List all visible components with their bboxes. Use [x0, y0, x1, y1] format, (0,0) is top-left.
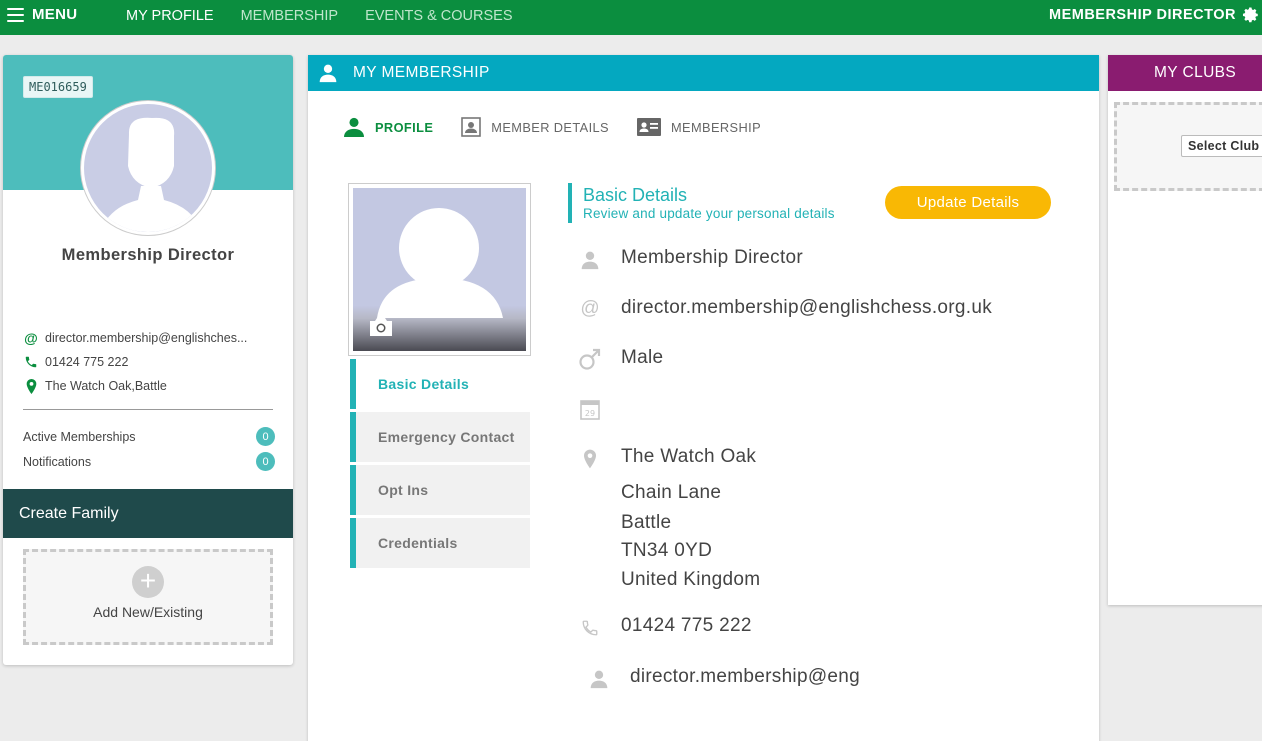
nav-events-courses[interactable]: EVENTS & COURSES [365, 8, 512, 24]
stat-active-memberships[interactable]: Active Memberships 0 [23, 427, 275, 446]
id-card-icon [636, 118, 661, 136]
user-name: MEMBERSHIP DIRECTOR [1048, 7, 1236, 23]
detail-address-line-3: Battle [621, 512, 672, 533]
camera-icon[interactable] [368, 316, 394, 338]
section-title: Basic Details [583, 185, 688, 205]
membership-title: MY MEMBERSHIP [353, 64, 490, 81]
gear-icon [1242, 7, 1258, 23]
svg-text:29: 29 [585, 409, 595, 418]
clubs-header: MY CLUBS [1108, 55, 1262, 91]
tab-membership[interactable]: MEMBERSHIP [636, 117, 762, 137]
club-select[interactable]: Select Club [1181, 135, 1262, 157]
divider [23, 409, 273, 410]
detail-email: director.membership@englishchess.org.uk [621, 297, 993, 318]
detail-address-line-5: United Kingdom [621, 569, 761, 590]
location-pin-icon [23, 378, 39, 394]
stat-label: Notifications [23, 454, 92, 469]
profile-tabs: PROFILE MEMBER DETAILS MEMBERSHIP [343, 117, 761, 137]
club-selector-box: Select Club [1114, 102, 1262, 191]
clubs-card: MY CLUBS Select Club [1108, 55, 1262, 605]
contact-card-icon [461, 117, 482, 137]
detail-username: director.membership@eng [630, 666, 861, 687]
sidenav-basic-details[interactable]: Basic Details [350, 359, 530, 409]
profile-address: The Watch Oak,Battle [45, 379, 167, 393]
location-pin-icon [578, 447, 602, 471]
member-id-badge: ME016659 [23, 76, 93, 98]
tab-profile[interactable]: PROFILE [343, 117, 433, 137]
user-icon [318, 63, 340, 83]
top-nav: MY PROFILE MEMBERSHIP EVENTS & COURSES [126, 8, 513, 24]
person-icon [587, 667, 611, 691]
tab-label: MEMBERSHIP [670, 119, 762, 135]
detail-address-line-2: Chain Lane [621, 482, 722, 503]
profile-phone-row: 01424 775 222 [23, 354, 128, 370]
tab-label: MEMBER DETAILS [491, 119, 609, 135]
user-icon [344, 117, 364, 137]
section-subtitle: Review and update your personal details [583, 206, 835, 221]
person-icon [578, 248, 602, 272]
sidenav-credentials[interactable]: Credentials [350, 518, 530, 568]
at-icon: @ [580, 298, 600, 319]
hamburger-icon [7, 7, 24, 22]
profile-photo[interactable] [348, 183, 531, 356]
detail-address-line-4: TN34 0YD [621, 540, 713, 561]
sidenav-opt-ins[interactable]: Opt Ins [350, 465, 530, 515]
profile-name: Membership Director [61, 246, 235, 264]
membership-card: MY MEMBERSHIP PROFILE MEMBER DETAILS MEM… [308, 55, 1099, 741]
user-menu[interactable]: MEMBERSHIP DIRECTOR [1049, 6, 1260, 24]
detail-name: Membership Director [621, 247, 804, 268]
add-family-member-button[interactable]: + Add New/Existing [23, 549, 273, 645]
tab-member-details[interactable]: MEMBER DETAILS [461, 117, 609, 137]
detail-phone: 01424 775 222 [621, 615, 752, 636]
profile-email-row: @ director.membership@englishches... [23, 330, 247, 346]
tab-label: PROFILE [375, 119, 434, 135]
top-bar: MENU MY PROFILE MEMBERSHIP EVENTS & COUR… [0, 0, 1262, 35]
section-accent-bar [568, 183, 572, 223]
calendar-icon: 29 [578, 397, 602, 421]
avatar-silhouette-icon [99, 117, 203, 232]
profile-email: director.membership@englishches... [45, 331, 248, 345]
update-details-button[interactable]: Update Details [885, 186, 1051, 219]
stat-label: Active Memberships [23, 429, 136, 444]
add-new-label: Add New/Existing [93, 604, 203, 620]
avatar [81, 101, 215, 235]
phone-icon [23, 354, 39, 370]
nav-my-profile[interactable]: MY PROFILE [126, 8, 214, 24]
at-icon: @ [24, 330, 38, 346]
detail-address-line-1: The Watch Oak [621, 446, 757, 467]
stat-notifications[interactable]: Notifications 0 [23, 452, 275, 471]
count-badge: 0 [256, 427, 275, 446]
nav-membership[interactable]: MEMBERSHIP [241, 8, 339, 24]
photo-placeholder [353, 188, 526, 351]
profile-card: ME016659 Membership Director @ director.… [3, 55, 293, 665]
menu-label: MENU [32, 6, 78, 23]
plus-icon: + [132, 566, 164, 598]
male-gender-icon [578, 347, 602, 371]
phone-icon [578, 616, 602, 640]
membership-header: MY MEMBERSHIP [308, 55, 1099, 91]
count-badge: 0 [256, 452, 275, 471]
profile-address-row: The Watch Oak,Battle [23, 378, 167, 394]
sidenav-emergency-contact[interactable]: Emergency Contact [350, 412, 530, 462]
detail-gender: Male [621, 347, 664, 368]
profile-phone: 01424 775 222 [45, 355, 129, 369]
menu-button[interactable]: MENU [7, 6, 77, 23]
create-family-header: Create Family [3, 489, 293, 538]
